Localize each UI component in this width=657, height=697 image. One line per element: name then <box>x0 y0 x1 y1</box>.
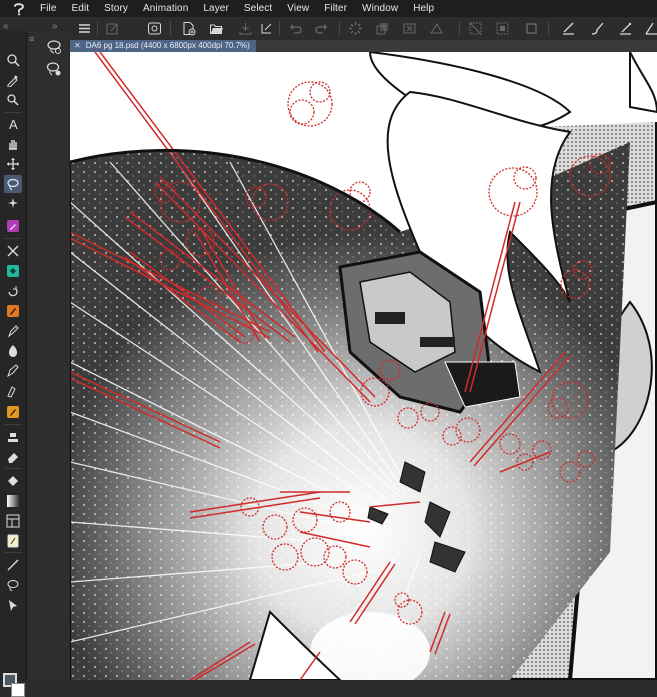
pointer-icon[interactable] <box>4 596 22 614</box>
command-bar: « » <box>0 17 657 41</box>
move-icon[interactable] <box>4 155 22 173</box>
tool-palette: A <box>0 31 27 697</box>
toolbar-divider <box>548 21 549 36</box>
tool-divider <box>4 552 22 553</box>
pencil-icon[interactable] <box>4 362 22 380</box>
toolbar-divider <box>279 21 280 36</box>
eraser-icon[interactable] <box>4 448 22 466</box>
menu-edit[interactable]: Edit <box>72 3 90 14</box>
brush-icon[interactable] <box>4 302 22 320</box>
close-tab-icon[interactable]: ✕ <box>74 40 81 52</box>
new-icon[interactable] <box>180 20 197 37</box>
tool-divider <box>4 424 22 425</box>
deselect-icon[interactable] <box>467 20 484 37</box>
save-icon[interactable] <box>237 20 254 37</box>
fill-bucket-icon[interactable] <box>4 262 22 280</box>
menu-story[interactable]: Story <box>104 3 128 14</box>
perspective-icon[interactable] <box>643 20 657 37</box>
panel-grip-icon[interactable]: ≡ <box>29 34 34 44</box>
lasso-selection-icon[interactable] <box>4 175 22 193</box>
sub-color-swatch[interactable] <box>11 683 25 697</box>
brush-stroke-icon[interactable] <box>589 20 606 37</box>
toolbar-divider <box>97 21 98 36</box>
menu-filter[interactable]: Filter <box>324 3 347 14</box>
paint-bucket-icon[interactable] <box>4 472 22 490</box>
text-icon[interactable]: A <box>4 115 22 133</box>
brush-settings-icon[interactable] <box>104 20 121 37</box>
menu-animation[interactable]: Animation <box>143 3 188 14</box>
clear-icon[interactable] <box>401 20 418 37</box>
marker-icon[interactable] <box>4 322 22 340</box>
menu-icon[interactable] <box>76 20 93 37</box>
menubar: File Edit Story Animation Layer Select V… <box>0 0 657 17</box>
invert-selection-icon[interactable] <box>494 20 511 37</box>
open-icon[interactable] <box>208 20 225 37</box>
stamp-icon[interactable] <box>4 403 22 421</box>
ruler-line-icon[interactable] <box>617 20 634 37</box>
undo-icon[interactable] <box>287 20 304 37</box>
menu-window[interactable]: Window <box>362 3 398 14</box>
menu-select[interactable]: Select <box>244 3 272 14</box>
blend-icon[interactable] <box>4 242 22 260</box>
tool-divider <box>4 112 22 113</box>
hand-icon[interactable] <box>4 135 22 153</box>
pen-icon[interactable] <box>4 217 22 235</box>
svg-text:A: A <box>9 117 18 131</box>
zoom-icon[interactable] <box>4 51 22 69</box>
toolbar-divider <box>170 21 171 36</box>
toolbar-divider <box>459 21 460 36</box>
menu-help[interactable]: Help <box>413 3 434 14</box>
gradient-icon[interactable] <box>4 492 22 510</box>
tool-divider <box>4 468 22 469</box>
draw-line-icon[interactable] <box>560 20 577 37</box>
auto-select-icon[interactable] <box>4 195 22 213</box>
crop-icon[interactable] <box>523 20 540 37</box>
ruler-icon[interactable] <box>4 532 22 550</box>
loading-icon[interactable] <box>347 20 364 37</box>
rotate-icon[interactable] <box>4 282 22 300</box>
line-icon[interactable] <box>4 556 22 574</box>
material-icon[interactable] <box>146 20 163 37</box>
document-tab-label: DA6 pg 18.psd (4400 x 6800px 400dpi 70.7… <box>85 41 250 50</box>
lasso-icon[interactable] <box>4 576 22 594</box>
eraser-stamp-icon[interactable] <box>4 428 22 446</box>
tool-divider <box>4 238 22 239</box>
eyedropper-icon[interactable] <box>4 71 22 89</box>
sub-tool-panel: ≡ <box>27 31 69 680</box>
transform-icon[interactable] <box>428 20 445 37</box>
toolbar-divider <box>339 21 340 36</box>
airbrush-icon[interactable] <box>4 382 22 400</box>
menu-view[interactable]: View <box>287 3 309 14</box>
magnifier-icon[interactable] <box>4 91 22 109</box>
document-tab[interactable]: ✕ DA6 pg 18.psd (4400 x 6800px 400dpi 70… <box>70 40 256 52</box>
manga-page-artwork[interactable] <box>70 52 657 680</box>
export-icon[interactable] <box>258 20 275 37</box>
redo-icon[interactable] <box>313 20 330 37</box>
frame-icon[interactable] <box>4 512 22 530</box>
menu-file[interactable]: File <box>40 3 57 14</box>
lasso-subtool-icon[interactable] <box>46 39 62 55</box>
pen-tool-icon[interactable] <box>4 342 22 360</box>
lasso-settings-icon[interactable] <box>46 61 62 77</box>
canvas-area[interactable]: ✕ DA6 pg 18.psd (4400 x 6800px 400dpi 70… <box>70 40 657 680</box>
menu-layer[interactable]: Layer <box>203 3 229 14</box>
fill-icon[interactable] <box>374 20 391 37</box>
clip-studio-logo-icon[interactable] <box>12 2 26 16</box>
